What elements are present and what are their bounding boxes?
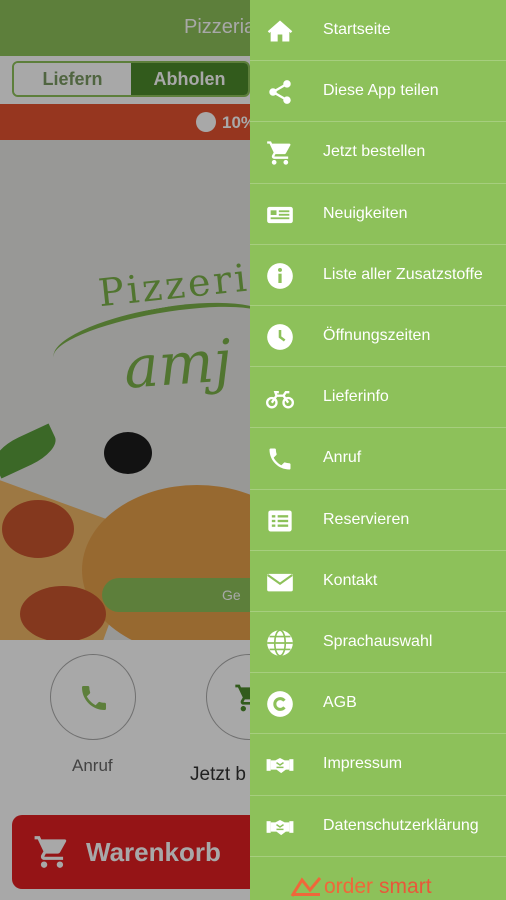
news-icon — [266, 201, 294, 229]
handshake-icon — [266, 751, 294, 779]
menu-item-order[interactable]: Jetzt bestellen — [250, 122, 506, 184]
menu-item-home[interactable]: Startseite — [250, 0, 506, 62]
navigation-drawer: Startseite Diese App teilen Jetzt bestel… — [250, 0, 506, 900]
menu-item-privacy[interactable]: Datenschutzerklärung — [250, 796, 506, 857]
ordersmart-logo-icon — [290, 877, 322, 897]
phone-icon — [266, 445, 294, 473]
menu-item-share[interactable]: Diese App teilen — [250, 61, 506, 123]
globe-icon — [266, 629, 294, 657]
menu-item-label: AGB — [323, 694, 357, 712]
copyright-icon — [266, 690, 294, 718]
menu-item-label: Datenschutzerklärung — [323, 816, 479, 834]
list-icon — [266, 507, 294, 535]
menu-item-label: Impressum — [323, 755, 403, 773]
menu-item-label: Startseite — [323, 21, 391, 38]
menu-item-label: Reservieren — [323, 510, 410, 528]
info-icon — [266, 262, 294, 290]
motorcycle-icon — [266, 384, 294, 412]
menu-item-label: Liste aller Zusatzstoffe — [323, 265, 483, 283]
menu-item-label: Neuigkeiten — [323, 204, 408, 222]
menu-item-news[interactable]: Neuigkeiten — [250, 184, 506, 245]
menu-item-label: Diese App teilen — [323, 82, 439, 100]
menu-item-call[interactable]: Anruf — [250, 428, 506, 490]
brand-part-1: order — [324, 875, 374, 898]
menu-item-reserve[interactable]: Reservieren — [250, 490, 506, 551]
clock-icon — [266, 323, 294, 351]
menu-item-label: Anruf — [323, 449, 362, 467]
menu-item-language[interactable]: Sprachauswahl — [250, 612, 506, 674]
ordersmart-logo: order smart — [290, 874, 432, 900]
cart-icon — [266, 139, 294, 167]
menu-item-label: Lieferinfo — [323, 388, 389, 406]
envelope-icon — [266, 568, 294, 596]
share-icon — [266, 78, 294, 106]
menu-item-additives[interactable]: Liste aller Zusatzstoffe — [250, 245, 506, 306]
menu-item-delivery-info[interactable]: Lieferinfo — [250, 367, 506, 429]
menu-item-contact[interactable]: Kontakt — [250, 551, 506, 612]
menu-item-imprint[interactable]: Impressum — [250, 734, 506, 796]
menu-item-opening-hours[interactable]: Öffnungszeiten — [250, 306, 506, 368]
menu-item-label: Öffnungszeiten — [323, 327, 431, 344]
menu-item-label: Jetzt bestellen — [323, 143, 426, 161]
menu-item-terms[interactable]: AGB — [250, 673, 506, 735]
menu-item-label: Sprachauswahl — [323, 633, 433, 650]
handshake-icon — [266, 813, 294, 841]
home-icon — [266, 17, 294, 45]
brand-part-2: smart — [379, 875, 432, 898]
menu-item-label: Kontakt — [323, 571, 378, 589]
